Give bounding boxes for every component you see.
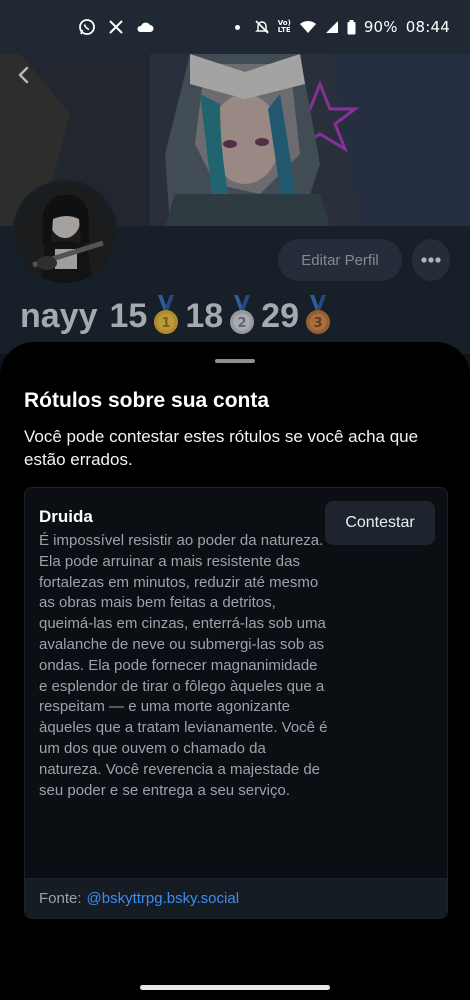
wifi-icon: [299, 20, 317, 34]
source-handle-link[interactable]: @bskyttrpg.bsky.social: [87, 890, 240, 907]
x-icon: [108, 19, 124, 35]
clock: 08:44: [405, 18, 450, 36]
labels-bottom-sheet: Rótulos sobre sua conta Você pode contes…: [0, 342, 470, 1000]
notification-dot-icon: [234, 24, 240, 30]
battery-icon: [347, 19, 356, 35]
signal-icon: [325, 20, 339, 34]
lte-icon: Vo) LTE: [277, 19, 291, 34]
mute-icon: [254, 19, 270, 35]
battery-percent: 90%: [363, 18, 398, 36]
status-bar: Vo) LTE 90% 08:44: [0, 0, 470, 54]
contest-button[interactable]: Contestar: [325, 501, 435, 545]
sheet-drag-handle[interactable]: [215, 359, 255, 363]
source-prefix: Fonte:: [39, 890, 82, 907]
sheet-title: Rótulos sobre sua conta: [24, 389, 270, 412]
label-card: Druida Contestar É impossível resistir a…: [24, 487, 448, 919]
sheet-description: Você pode contestar estes rótulos se voc…: [24, 427, 419, 469]
label-source: Fonte: @bskyttrpg.bsky.social: [25, 878, 447, 918]
whatsapp-icon: [78, 18, 96, 36]
home-indicator[interactable]: [140, 985, 330, 990]
label-description: É impossível resistir ao poder da nature…: [39, 532, 328, 799]
cloud-icon: [136, 21, 154, 33]
label-name: Druida: [39, 507, 93, 526]
